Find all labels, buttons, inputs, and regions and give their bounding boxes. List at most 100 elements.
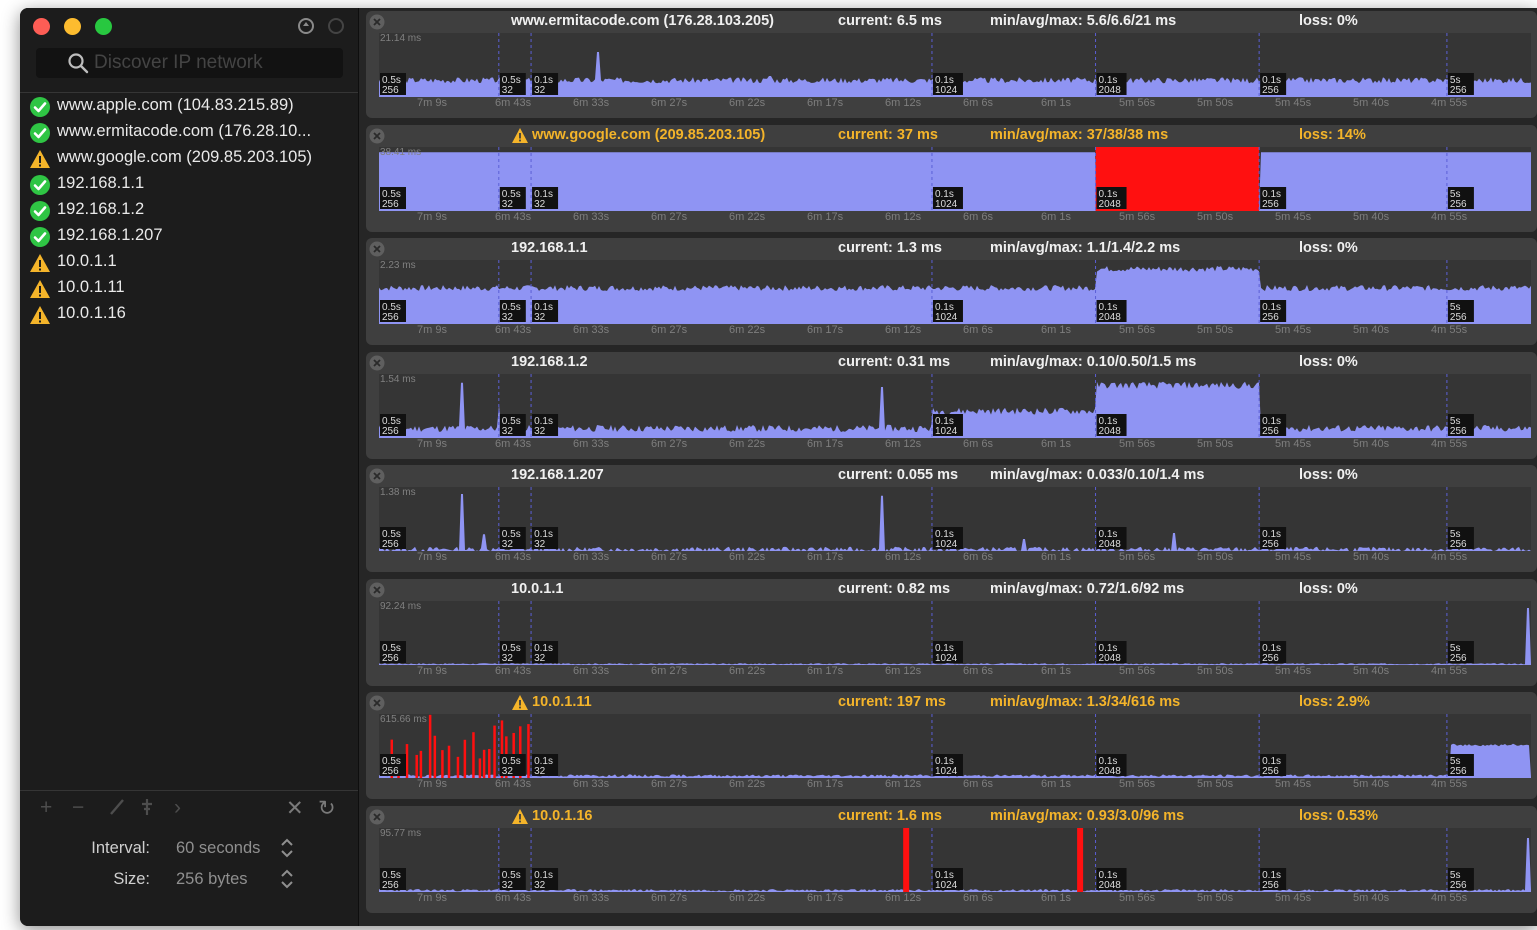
close-window-button[interactable]: [33, 18, 50, 35]
time-tick-label: 5m 40s: [1353, 97, 1390, 109]
latency-chart: 0.5s2560.5s320.1s320.1s10240.1s20480.1s2…: [379, 33, 1531, 97]
ping-graph-panel: 192.168.1.1 current: 1.3 ms min/avg/max: 1…: [366, 238, 1537, 345]
svg-text:256: 256: [1262, 539, 1279, 550]
svg-text:256: 256: [382, 85, 399, 96]
svg-text:256: 256: [1262, 312, 1279, 323]
reload-icon[interactable]: ↻: [318, 796, 336, 821]
host-list-item[interactable]: www.google.com (209.85.203.105): [20, 146, 358, 172]
close-graph-icon[interactable]: [369, 128, 385, 144]
time-tick-label: 6m 12s: [885, 324, 922, 336]
time-tick-label: 6m 1s: [1041, 324, 1071, 336]
stop-icon[interactable]: [326, 16, 346, 36]
close-graph-icon[interactable]: [369, 355, 385, 371]
interval-label: Interval:: [91, 839, 150, 857]
remove-icon[interactable]: −: [72, 796, 84, 820]
host-label: www.ermitacode.com (176.28.10...: [57, 122, 312, 140]
svg-text:32: 32: [502, 85, 514, 96]
latency-graph: 0.5s 256 0.5s 32 0.1s 32 0.1s 1024 0.1s 2048 0.1s 2…: [379, 146, 1531, 211]
svg-text:32: 32: [534, 312, 546, 323]
packet-loss-bar: [472, 732, 475, 778]
time-tick-label: 6m 1s: [1041, 437, 1071, 450]
search-input[interactable]: [94, 50, 334, 76]
svg-text:32: 32: [534, 880, 546, 891]
close-graph-icon[interactable]: [369, 809, 385, 825]
add-icon[interactable]: +: [40, 796, 52, 820]
time-tick-label: 5m 40s: [1353, 324, 1390, 336]
time-tick-label: 7m 9s: [417, 891, 447, 904]
close-graph-icon[interactable]: [369, 695, 385, 711]
interval-marker: 5s256: [1447, 413, 1474, 437]
time-tick-label: 5m 56s: [1119, 778, 1156, 790]
time-axis: 7m 9s 6m 43s 6m 33s 6m 27s 6m 22s 6m 17s 6m 12…: [379, 97, 1531, 113]
warning-icon: [30, 150, 50, 168]
zoom-window-button[interactable]: [95, 18, 112, 35]
latency-chart: 0.5s2560.5s320.1s320.1s10240.1s20480.1s2…: [379, 827, 1531, 892]
latency-graph: 0.5s 256 0.5s 32 0.1s 32 0.1s 1024 0.1s 2048 0.1s 2…: [379, 33, 1531, 97]
packet-loss: loss: 0.53%: [1299, 807, 1378, 824]
time-tick-label: 6m 6s: [963, 97, 993, 109]
host-list-item[interactable]: 192.168.1.207: [20, 224, 358, 250]
check-circle-icon: [30, 227, 50, 247]
host-label: 10.0.1.11: [57, 278, 125, 296]
interval-marker: 0.1s2048: [1096, 73, 1127, 96]
interval-marker: 0.5s256: [380, 73, 406, 96]
edit-icon[interactable]: [108, 796, 126, 824]
minimize-window-button[interactable]: [64, 18, 81, 35]
close-graph-icon[interactable]: [369, 14, 385, 30]
packet-loss: loss: 0%: [1299, 13, 1358, 29]
time-tick-label: 5m 40s: [1353, 437, 1390, 450]
time-tick-label: 6m 12s: [885, 778, 922, 790]
svg-text:256: 256: [382, 766, 399, 777]
svg-text:256: 256: [382, 199, 399, 210]
latency-chart: 0.5s2560.5s320.1s320.1s10240.1s20480.1s2…: [379, 146, 1531, 211]
close-graph-icon[interactable]: [369, 468, 385, 484]
interval-marker: 0.1s256: [1260, 73, 1287, 96]
refresh-icon[interactable]: [296, 16, 316, 36]
size-label: Size:: [113, 870, 150, 888]
svg-text:256: 256: [1262, 85, 1279, 96]
ping-graph-panel: 192.168.1.2 current: 0.31 ms min/avg/max: …: [366, 351, 1537, 459]
time-tick-label: 5m 50s: [1197, 97, 1234, 109]
time-tick-label: 6m 43s: [495, 210, 532, 223]
svg-text:32: 32: [534, 426, 546, 437]
host-list-item[interactable]: 10.0.1.11: [20, 276, 358, 302]
interval-marker: 0.1s2048: [1096, 527, 1127, 550]
host-list-item[interactable]: 192.168.1.1: [20, 172, 358, 198]
interval-value[interactable]: 60 seconds: [176, 839, 260, 858]
packet-loss-bar: [527, 724, 530, 778]
panel-header: 192.168.1.207 current: 0.055 ms min/avg/ma…: [366, 465, 1537, 485]
interval-marker: 5s256: [1447, 754, 1474, 777]
host-list-item[interactable]: www.apple.com (104.83.215.89): [20, 94, 358, 120]
host-list-item[interactable]: 10.0.1.16: [20, 302, 358, 328]
latency-graph: 0.5s 256 0.5s 32 0.1s 32 0.1s 1024 0.1s 2048 0.1s 2…: [379, 714, 1531, 778]
svg-text:256: 256: [1450, 312, 1467, 323]
interval-marker: 0.1s32: [532, 754, 559, 777]
time-tick-label: 6m 43s: [495, 891, 532, 904]
packet-loss: loss: 0%: [1299, 467, 1358, 483]
chevron-right-icon[interactable]: ›: [174, 796, 181, 820]
ping-graph-panel: 192.168.1.207 current: 0.055 ms min/avg/ma…: [366, 465, 1537, 572]
clear-icon[interactable]: ✕: [286, 796, 304, 821]
host-name: 192.168.1.207: [511, 467, 604, 483]
packet-loss: loss: 2.9%: [1299, 694, 1370, 710]
packet-loss-bar: [482, 749, 486, 778]
host-list-item[interactable]: 192.168.1.2: [20, 198, 358, 224]
svg-text:256: 256: [1450, 85, 1467, 96]
time-tick-label: 6m 27s: [651, 891, 688, 904]
packet-loss-bar: [441, 750, 444, 778]
host-list-item[interactable]: 10.0.1.1: [20, 250, 358, 276]
size-stepper-icon[interactable]: [280, 868, 294, 890]
svg-text:1024: 1024: [935, 426, 958, 437]
interval-stepper-icon[interactable]: [280, 837, 294, 859]
host-list-item[interactable]: www.ermitacode.com (176.28.10...: [20, 120, 358, 146]
latency-graph: 0.5s 256 0.5s 32 0.1s 32 0.1s 1024 0.1s 2048 0.1s 2…: [379, 260, 1531, 324]
svg-text:32: 32: [502, 312, 514, 323]
time-tick-label: 6m 27s: [651, 551, 688, 563]
time-tick-label: 5m 40s: [1353, 664, 1390, 677]
close-graph-icon[interactable]: [369, 582, 385, 598]
pin-icon[interactable]: [138, 796, 156, 824]
size-value[interactable]: 256 bytes: [176, 870, 248, 889]
close-graph-icon[interactable]: [369, 241, 385, 257]
svg-text:2048: 2048: [1099, 539, 1122, 550]
min-avg-max: min/avg/max: 5.6/6.6/21 ms: [990, 13, 1177, 29]
